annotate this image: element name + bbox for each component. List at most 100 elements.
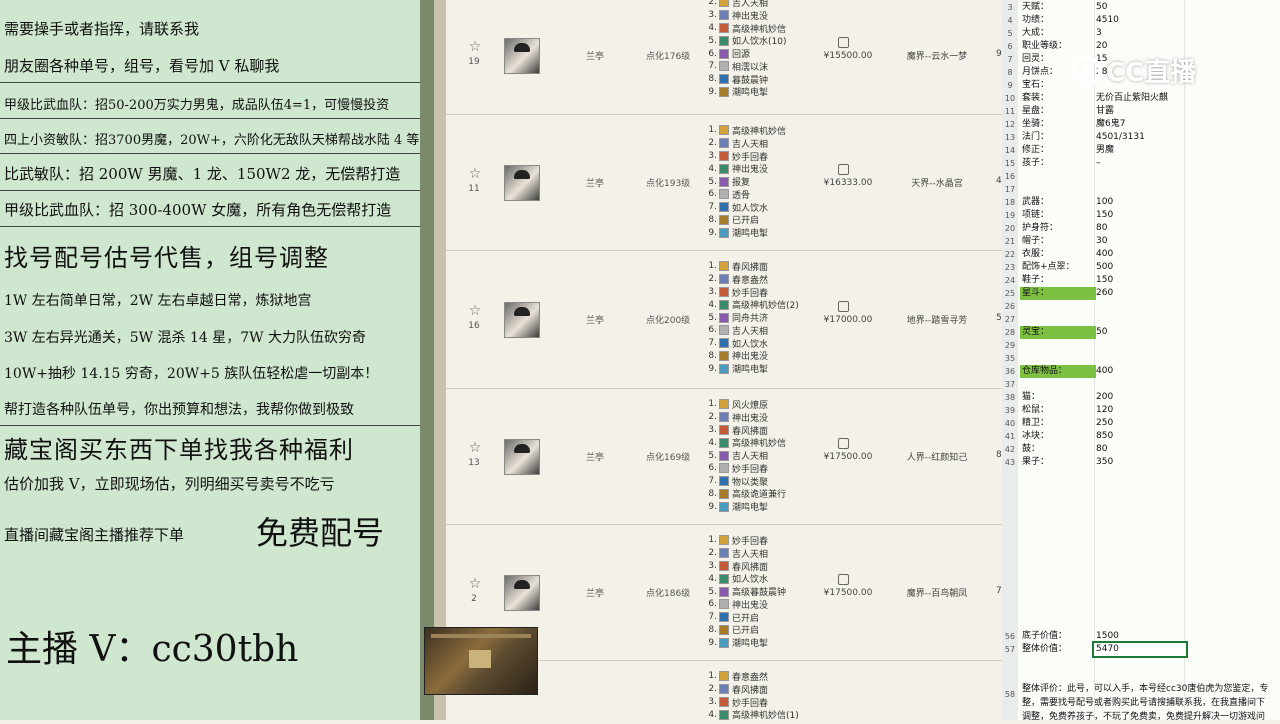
skill-item[interactable]: 5. 报复 — [708, 175, 838, 188]
sheet-value-cell[interactable]: 150 — [1094, 274, 1186, 287]
sheet-value-cell[interactable]: 150 — [1094, 209, 1186, 222]
sheet-label-cell[interactable]: 配饰+点翠： — [1020, 261, 1096, 274]
skill-item[interactable]: 6. 透骨 — [708, 188, 838, 201]
sheet-label-cell[interactable]: 鞋子： — [1020, 274, 1096, 287]
sheet-label-cell[interactable]: 坐骑： — [1020, 118, 1096, 131]
sheet-label-cell[interactable]: 底子价值： — [1020, 630, 1096, 643]
skill-item[interactable]: 9. 潮鸣电掣 — [708, 86, 838, 98]
skill-item[interactable]: 2. 春意盎然 — [708, 273, 838, 286]
skill-item[interactable]: 9. 潮鸣电掣 — [708, 500, 838, 513]
character-avatar[interactable] — [504, 302, 540, 338]
sheet-row[interactable]: 56 底子价值： 1500 — [1002, 630, 1280, 643]
skill-item[interactable]: 5. 吉人天相 — [708, 449, 838, 462]
skill-item[interactable]: 8. 神出鬼没 — [708, 350, 838, 362]
skill-item[interactable]: 7. 物以类聚 — [708, 475, 838, 488]
skill-item[interactable]: 4. 高级神机妙信(1) — [708, 708, 838, 720]
sheet-label-cell[interactable]: 武器： — [1020, 196, 1096, 209]
sheet-value-cell[interactable]: 350 — [1094, 456, 1186, 469]
sheet-row[interactable]: 37 — [1002, 378, 1280, 391]
sheet-label-cell[interactable]: 精卫： — [1020, 417, 1096, 430]
sheet-row[interactable]: 12 坐骑： 魔6鬼7 — [1002, 118, 1280, 131]
sheet-label-cell[interactable]: 冰块： — [1020, 430, 1096, 443]
skill-item[interactable]: 8. 已开启 — [708, 624, 838, 636]
evaluation-note[interactable]: 整体评价：此号，可以入手，本号经cc30唐伯虎为您鉴定，专 — [1022, 682, 1280, 696]
skill-item[interactable]: 1. 风火燎原 — [708, 398, 838, 411]
sheet-row[interactable]: 43 果子： 350 — [1002, 456, 1280, 469]
skill-item[interactable]: 1. 春风拂面 — [708, 260, 838, 273]
sheet-value-cell[interactable]: 100 — [1094, 196, 1186, 209]
selected-cell[interactable]: 5470 — [1092, 641, 1188, 658]
skill-item[interactable]: 9. 潮鸣电掣 — [708, 636, 838, 649]
skill-item[interactable]: 4. 神出鬼没 — [708, 162, 838, 175]
sheet-value-cell[interactable]: 260 — [1094, 287, 1186, 300]
skill-item[interactable]: 7. 相濡以沫 — [708, 60, 838, 73]
listing-row[interactable]: ☆ 11 兰亭 点化193级 ¥16333.00 天界--水晶宫 4 1. 高级神机妙信 2. 吉人… — [446, 114, 1002, 251]
sheet-row[interactable]: 10 套装： 无价百止紫阳火麒 — [1002, 92, 1280, 105]
sheet-value-cell[interactable]: 850 — [1094, 430, 1186, 443]
character-avatar[interactable] — [504, 575, 540, 611]
sheet-row[interactable]: 38 猫： 200 — [1002, 391, 1280, 404]
sheet-value-cell[interactable]: 30 — [1094, 235, 1186, 248]
character-avatar[interactable] — [504, 439, 540, 475]
skill-item[interactable]: 1. 妙手回春 — [708, 534, 838, 547]
skill-item[interactable]: 6. 吉人天相 — [708, 324, 838, 337]
favorite-star-icon[interactable]: ☆ — [466, 576, 484, 592]
sheet-label-cell[interactable]: 帽子： — [1020, 235, 1096, 248]
sheet-row[interactable]: 11 星盘： 甘露 — [1002, 105, 1280, 118]
sheet-label-cell[interactable]: 果子： — [1020, 456, 1096, 469]
evaluation-note[interactable]: 整，需要找号配号或者购买此号请搜捕联系我，在我直播间下 — [1022, 696, 1280, 710]
sheet-label-cell[interactable]: 套装： — [1020, 92, 1096, 105]
listing-row[interactable]: ☆ 19 兰亭 点化176级 ¥15500.00 魔界--云水一梦 9 2. 吉人天相 3. 神出鬼… — [446, 0, 1002, 115]
sheet-row[interactable]: 17 — [1002, 183, 1280, 196]
sheet-value-cell[interactable]: 50 — [1094, 1, 1186, 14]
sheet-label-cell[interactable]: 整体价值： — [1020, 643, 1096, 656]
sheet-value-cell[interactable]: 250 — [1094, 417, 1186, 430]
sheet-row[interactable]: 18 武器： 100 — [1002, 196, 1280, 209]
listing-row[interactable]: ☆ 13 兰亭 点化169级 ¥17500.00 人界--红颜知己 8 1. 风火燎原 2. 神出鬼… — [446, 388, 1002, 525]
listing-row[interactable]: ☆ 16 兰亭 点化200级 ¥17000.00 地界--踏雪寻芳 5 1. 春风拂面 2. 春意盎… — [446, 250, 1002, 389]
skill-item[interactable]: 1. 春意盎然 — [708, 670, 838, 683]
sheet-row[interactable]: 3 天赋： 50 — [1002, 1, 1280, 14]
skill-item[interactable]: 7. 已开启 — [708, 611, 838, 624]
skill-item[interactable]: 4. 高级神机妙信 — [708, 22, 838, 35]
sheet-row[interactable]: 57 整体价值： 5470 — [1002, 641, 1280, 658]
sheet-row[interactable]: 40 精卫： 250 — [1002, 417, 1280, 430]
sheet-row[interactable]: 25 星斗： 260 — [1002, 287, 1280, 300]
sheet-label-cell[interactable]: 星斗： — [1020, 287, 1096, 300]
skill-item[interactable]: 5. 如人饮水(10) — [708, 34, 838, 47]
sheet-value-cell[interactable]: 120 — [1094, 404, 1186, 417]
skill-item[interactable]: 3. 妙手回春 — [708, 286, 838, 299]
sheet-value-cell[interactable]: 甘露 — [1094, 105, 1186, 118]
sheet-label-cell[interactable]: 法门： — [1020, 131, 1096, 144]
favorite-star-icon[interactable]: ☆ — [466, 440, 484, 456]
favorite-star-icon[interactable]: ☆ — [466, 39, 484, 55]
sheet-value-cell[interactable]: 无价百止紫阳火麒 — [1094, 92, 1186, 105]
skill-item[interactable]: 3. 神出鬼没 — [708, 9, 838, 22]
scrollbar-track[interactable] — [434, 0, 446, 720]
skill-item[interactable]: 4. 如人饮水 — [708, 572, 838, 585]
sheet-value-cell[interactable]: – — [1094, 157, 1186, 170]
sheet-label-cell[interactable]: 仓库物品： — [1020, 365, 1096, 378]
sheet-row[interactable]: 26 — [1002, 300, 1280, 313]
skill-item[interactable]: 7. 如人饮水 — [708, 337, 838, 350]
skill-item[interactable]: 8. 暮鼓晨钟 — [708, 73, 838, 86]
skill-item[interactable]: 3. 妙手回春 — [708, 150, 838, 163]
sheet-row[interactable]: 23 配饰+点翠： 500 — [1002, 261, 1280, 274]
sheet-row[interactable]: 14 修正： 男魔 — [1002, 144, 1280, 157]
sheet-row[interactable]: 41 冰块： 850 — [1002, 430, 1280, 443]
favorite-star-icon[interactable]: ☆ — [466, 303, 484, 319]
skill-item[interactable]: 4. 高级神机妙信 — [708, 436, 838, 449]
skill-item[interactable]: 2. 吉人天相 — [708, 137, 838, 150]
sheet-row[interactable]: 42 鼓： 80 — [1002, 443, 1280, 456]
sheet-label-cell[interactable]: 修正： — [1020, 144, 1096, 157]
sheet-row[interactable]: 39 松鼠： 120 — [1002, 404, 1280, 417]
skill-item[interactable]: 3. 春风拂面 — [708, 424, 838, 437]
favorite-star-icon[interactable]: ☆ — [466, 166, 484, 182]
skill-item[interactable]: 2. 吉人天相 — [708, 0, 838, 9]
game-preview-thumbnail[interactable] — [424, 627, 538, 695]
sheet-label-cell[interactable]: 星盘： — [1020, 105, 1096, 118]
sheet-value-cell[interactable]: 400 — [1094, 248, 1186, 261]
skill-item[interactable]: 7. 如人饮水 — [708, 201, 838, 214]
sheet-row[interactable]: 22 衣服： 400 — [1002, 248, 1280, 261]
sheet-label-cell[interactable]: 护身符： — [1020, 222, 1096, 235]
